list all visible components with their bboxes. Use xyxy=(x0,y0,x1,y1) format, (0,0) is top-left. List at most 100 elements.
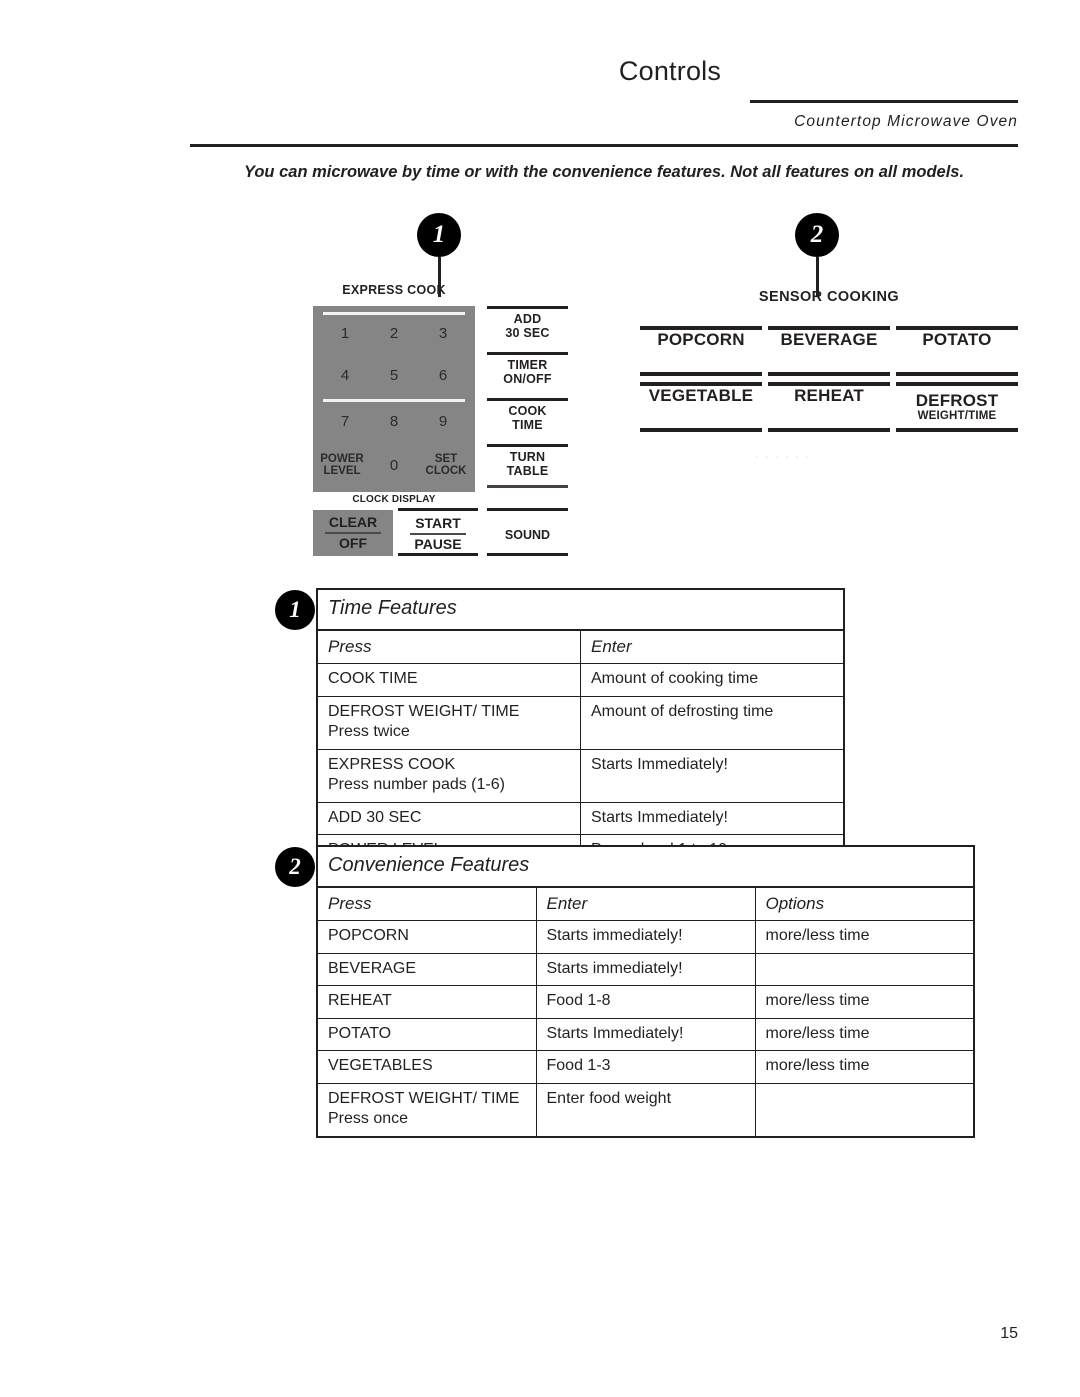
button-turn-table-line1: TURN xyxy=(509,450,546,464)
time-row-2-enter: Starts Immediately! xyxy=(580,748,845,803)
sensor-panel-faint-marks: - - - - - - xyxy=(755,452,811,463)
conv-row-3-press: POTATO xyxy=(316,1017,537,1052)
table-row: REHEAT Food 1-8 more/less time xyxy=(316,985,975,1019)
time-row-1-press-sub: Press twice xyxy=(328,723,410,741)
time-row-0-press: COOK TIME xyxy=(316,663,581,697)
convenience-features-table: Convenience Features Press Enter Options… xyxy=(316,845,975,1138)
button-start-label: START xyxy=(415,515,461,531)
table-row: ADD 30 SEC Starts Immediately! xyxy=(316,801,845,836)
button-beverage[interactable]: BEVERAGE xyxy=(768,326,890,376)
convenience-features-badge: 2 xyxy=(275,847,315,887)
key-6[interactable]: 6 xyxy=(416,368,470,384)
button-reheat-label: REHEAT xyxy=(794,386,864,405)
button-potato[interactable]: POTATO xyxy=(896,326,1018,376)
table-row: POPCORN Starts immediately! more/less ti… xyxy=(316,920,975,954)
button-add-30-sec-line2: 30 SEC xyxy=(505,326,550,340)
button-start-pause[interactable]: START PAUSE xyxy=(398,508,478,556)
table-row: COOK TIME Amount of cooking time xyxy=(316,663,845,697)
conv-row-5-options xyxy=(754,1082,975,1138)
button-potato-label: POTATO xyxy=(922,330,992,349)
key-3[interactable]: 3 xyxy=(416,326,470,342)
button-start-pause-divider xyxy=(410,532,466,535)
key-set-clock-line2: CLOCK xyxy=(425,465,467,478)
button-reheat[interactable]: REHEAT xyxy=(768,382,890,432)
conv-row-2-press: REHEAT xyxy=(316,985,537,1019)
button-timer-on-off-line2: ON/OFF xyxy=(503,372,552,386)
time-row-2-press: EXPRESS COOK Press number pads (1-6) xyxy=(316,748,581,803)
button-clear-label: CLEAR xyxy=(328,514,378,530)
button-defrost-weight-time[interactable]: DEFROST WEIGHT/TIME xyxy=(896,382,1018,432)
conv-row-0-enter: Starts immediately! xyxy=(535,920,756,954)
button-clear-off[interactable]: CLEAR OFF xyxy=(313,510,393,556)
button-cook-time-line2: TIME xyxy=(512,418,543,432)
table-header-row: Press Enter Options xyxy=(316,886,975,922)
conv-row-2-options: more/less time xyxy=(754,985,975,1019)
table-header-row: Press Enter xyxy=(316,629,845,665)
key-set-clock-line1: SET xyxy=(434,453,458,465)
button-cook-time[interactable]: COOK TIME xyxy=(487,398,568,442)
button-add-30-sec-line1: ADD xyxy=(513,312,542,326)
page-number: 15 xyxy=(1000,1325,1018,1342)
convenience-col-press: Press xyxy=(316,886,537,922)
callout-pin-2: 2 xyxy=(795,213,839,297)
key-power-level-line1: POWER xyxy=(320,453,364,465)
key-0[interactable]: 0 xyxy=(367,458,421,474)
conv-row-1-press: BEVERAGE xyxy=(316,952,537,987)
convenience-col-enter: Enter xyxy=(535,886,756,922)
button-beverage-label: BEVERAGE xyxy=(780,330,878,349)
conv-row-4-enter: Food 1-3 xyxy=(535,1050,756,1084)
page-header: Controls Countertop Microwave Oven You c… xyxy=(0,0,1080,200)
table-row: POTATO Starts Immediately! more/less tim… xyxy=(316,1017,975,1052)
time-features-title: Time Features xyxy=(316,588,845,631)
button-vegetable-label: VEGETABLE xyxy=(648,386,754,405)
time-features-section: 1 Time Features Press Enter COOK TIME Am… xyxy=(275,588,845,869)
key-1[interactable]: 1 xyxy=(318,326,372,342)
key-9[interactable]: 9 xyxy=(416,414,470,430)
key-set-clock[interactable]: SET CLOCK xyxy=(419,453,473,477)
button-popcorn-label: POPCORN xyxy=(657,330,745,349)
key-7[interactable]: 7 xyxy=(318,414,372,430)
button-sound[interactable]: SOUND xyxy=(487,508,568,556)
conv-row-2-enter: Food 1-8 xyxy=(535,985,756,1019)
time-features-col-press: Press xyxy=(316,629,581,665)
numeric-keypad: 1 2 3 4 5 6 7 8 9 POWER LEVEL 0 SET CLOC… xyxy=(313,306,475,492)
key-2[interactable]: 2 xyxy=(367,326,421,342)
button-defrost-label: DEFROST xyxy=(915,391,999,410)
key-power-level[interactable]: POWER LEVEL xyxy=(315,453,369,477)
button-timer-on-off[interactable]: TIMER ON/OFF xyxy=(487,352,568,396)
button-defrost-sublabel: WEIGHT/TIME xyxy=(917,409,997,422)
conv-row-0-options: more/less time xyxy=(754,920,975,954)
convenience-features-title: Convenience Features xyxy=(316,845,975,888)
button-timer-on-off-line1: TIMER xyxy=(507,358,548,372)
clock-display-label: CLOCK DISPLAY xyxy=(352,494,436,505)
time-row-1-press-main: DEFROST WEIGHT/ TIME xyxy=(328,702,520,720)
button-add-30-sec[interactable]: ADD 30 SEC xyxy=(487,306,568,350)
time-features-col-enter: Enter xyxy=(580,629,845,665)
conv-row-5-press-sub: Press once xyxy=(328,1110,409,1128)
time-features-badge: 1 xyxy=(275,590,315,630)
time-row-3-press-main: ADD 30 SEC xyxy=(328,808,422,826)
key-5[interactable]: 5 xyxy=(367,368,421,384)
key-8[interactable]: 8 xyxy=(367,414,421,430)
button-popcorn[interactable]: POPCORN xyxy=(640,326,762,376)
conv-row-3-options: more/less time xyxy=(754,1017,975,1052)
conv-row-4-press: VEGETABLES xyxy=(316,1050,537,1084)
button-turn-table[interactable]: TURN TABLE xyxy=(487,444,568,488)
button-vegetable[interactable]: VEGETABLE xyxy=(640,382,762,432)
callout-badge-2: 2 xyxy=(795,213,839,257)
express-cook-label: EXPRESS COOK xyxy=(342,283,446,297)
conv-row-4-options: more/less time xyxy=(754,1050,975,1084)
header-subtitle: Countertop Microwave Oven xyxy=(794,113,1018,130)
key-4[interactable]: 4 xyxy=(318,368,372,384)
time-row-1-press: DEFROST WEIGHT/ TIME Press twice xyxy=(316,695,581,750)
conv-row-1-options xyxy=(754,952,975,987)
intro-text: You can microwave by time or with the co… xyxy=(243,163,965,181)
table-row: VEGETABLES Food 1-3 more/less time xyxy=(316,1050,975,1084)
conv-row-5-enter: Enter food weight xyxy=(535,1082,756,1138)
button-pause-label: PAUSE xyxy=(414,535,462,552)
sensor-cooking-title: SENSOR COOKING xyxy=(758,289,900,305)
time-row-2-press-sub: Press number pads (1-6) xyxy=(328,776,505,794)
table-title-row: Time Features xyxy=(316,588,845,631)
conv-row-5-press-main: DEFROST WEIGHT/ TIME xyxy=(328,1089,520,1107)
button-clear-off-divider xyxy=(325,531,381,534)
